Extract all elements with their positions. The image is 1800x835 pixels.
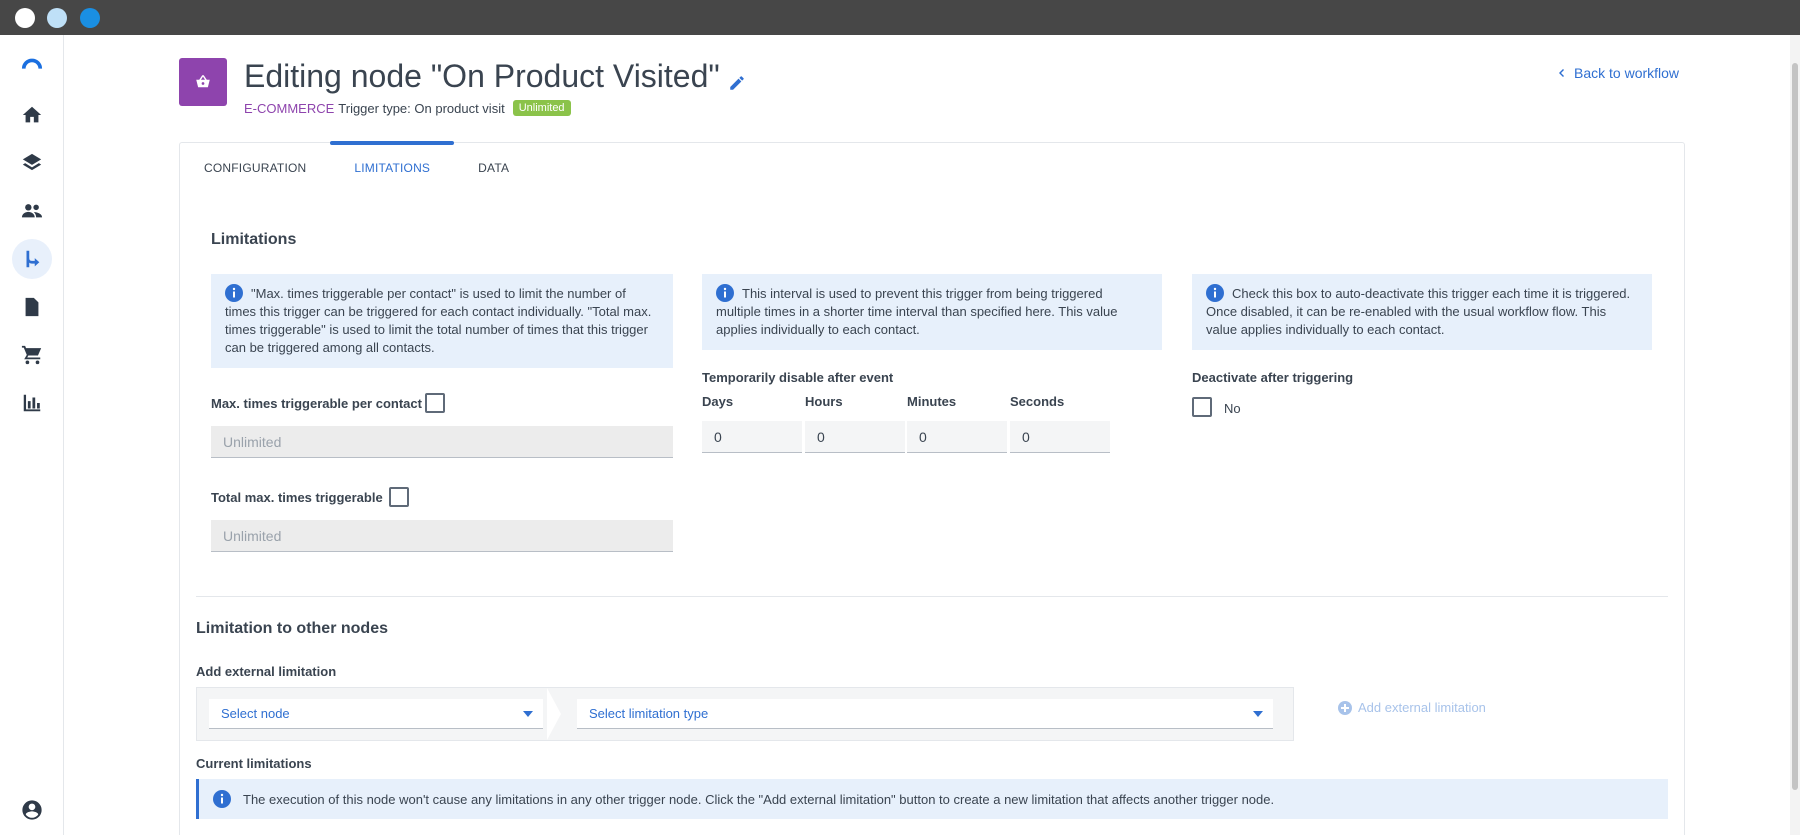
- back-link-label: Back to workflow: [1574, 65, 1680, 81]
- days-label: Days: [702, 394, 734, 409]
- minutes-input[interactable]: 0: [907, 421, 1007, 453]
- home-icon[interactable]: [12, 95, 52, 135]
- chevron-down-icon: [1253, 711, 1263, 717]
- info-box-deactivate: Check this box to auto-deactivate this t…: [1192, 274, 1652, 350]
- layers-icon[interactable]: [12, 143, 52, 183]
- current-limitations-info: The execution of this node won't cause a…: [196, 779, 1668, 819]
- section-divider: [196, 596, 1668, 597]
- info-text-interval: This interval is used to prevent this tr…: [716, 286, 1118, 337]
- add-external-limitation-button[interactable]: Add external limitation: [1338, 700, 1486, 715]
- tab-data[interactable]: DATA: [454, 143, 533, 193]
- days-input[interactable]: 0: [702, 421, 802, 453]
- info-icon: [213, 790, 231, 808]
- limitations-title: Limitations: [211, 231, 297, 248]
- node-subline: E-COMMERCE Trigger type: On product visi…: [244, 100, 571, 116]
- page-title: Editing node "On Product Visited": [244, 58, 720, 94]
- select-limitation-type-dropdown[interactable]: Select limitation type: [577, 699, 1273, 729]
- select-node-text: Select node: [221, 706, 290, 721]
- sidebar: [0, 35, 64, 835]
- chevron-left-icon: [1559, 69, 1564, 77]
- people-icon[interactable]: [12, 191, 52, 231]
- account-icon[interactable]: [12, 790, 52, 830]
- current-limitations-label: Current limitations: [196, 756, 312, 771]
- deactivate-checkbox[interactable]: [1192, 397, 1212, 417]
- other-nodes-title: Limitation to other nodes: [196, 620, 388, 637]
- window-close-button[interactable]: [15, 8, 35, 28]
- total-max-input[interactable]: Unlimited: [211, 520, 673, 552]
- select-node-dropdown[interactable]: Select node: [209, 699, 543, 729]
- cart-icon[interactable]: [12, 335, 52, 375]
- window-minimize-button[interactable]: [47, 8, 67, 28]
- add-external-label: Add external limitation: [196, 664, 337, 679]
- category-label: E-COMMERCE: [244, 100, 335, 116]
- info-icon: [225, 284, 243, 302]
- info-box-interval: This interval is used to prevent this tr…: [702, 274, 1162, 350]
- status-badge: Unlimited: [512, 100, 571, 116]
- info-text-deactivate: Check this box to auto-deactivate this t…: [1206, 286, 1631, 337]
- back-to-workflow-link[interactable]: Back to workflow: [1556, 65, 1679, 81]
- add-external-limitation-label: Add external limitation: [1358, 700, 1486, 715]
- deactivate-title: Deactivate after triggering: [1192, 370, 1354, 385]
- trigger-type-label: Trigger type: On product visit: [338, 100, 505, 116]
- external-limitation-row: Select node Select limitation type: [196, 687, 1294, 741]
- node-basket-icon: [179, 58, 227, 106]
- total-max-label: Total max. times triggerable: [211, 490, 383, 505]
- total-max-checkbox[interactable]: [389, 487, 409, 507]
- current-limitations-text: The execution of this node won't cause a…: [243, 791, 1275, 807]
- document-icon[interactable]: [12, 287, 52, 327]
- page-scrollbar[interactable]: [1790, 35, 1800, 835]
- info-icon: [1206, 284, 1224, 302]
- deactivate-value: No: [1224, 401, 1241, 416]
- workflow-icon[interactable]: [12, 239, 52, 279]
- max-per-contact-label: Max. times triggerable per contact: [211, 396, 422, 411]
- tab-limitations[interactable]: LIMITATIONS: [330, 141, 454, 193]
- max-per-contact-checkbox[interactable]: [425, 393, 445, 413]
- chevron-down-icon: [523, 711, 533, 717]
- row-separator: [547, 688, 561, 740]
- max-per-contact-input[interactable]: Unlimited: [211, 426, 673, 458]
- disable-after-event-title: Temporarily disable after event: [702, 370, 894, 385]
- tab-bar: CONFIGURATION LIMITATIONS DATA: [180, 141, 533, 193]
- logo-icon[interactable]: [12, 45, 52, 85]
- info-box-max-times: "Max. times triggerable per contact" is …: [211, 274, 673, 368]
- add-circle-icon: [1338, 700, 1352, 715]
- scrollbar-thumb[interactable]: [1792, 63, 1798, 790]
- hours-input[interactable]: 0: [805, 421, 905, 453]
- seconds-input[interactable]: 0: [1010, 421, 1110, 453]
- info-text-max-times: "Max. times triggerable per contact" is …: [225, 286, 652, 355]
- seconds-label: Seconds: [1010, 394, 1065, 409]
- chart-icon[interactable]: [12, 383, 52, 423]
- edit-pencil-icon[interactable]: [728, 74, 746, 92]
- minutes-label: Minutes: [907, 394, 957, 409]
- editor-card: CONFIGURATION LIMITATIONS DATA Limitatio…: [179, 141, 1685, 835]
- window-titlebar: [0, 0, 1800, 35]
- tab-configuration[interactable]: CONFIGURATION: [180, 143, 330, 193]
- hours-label: Hours: [805, 394, 843, 409]
- select-limitation-type-text: Select limitation type: [589, 706, 709, 721]
- window-maximize-button[interactable]: [80, 8, 100, 28]
- info-icon: [716, 284, 734, 302]
